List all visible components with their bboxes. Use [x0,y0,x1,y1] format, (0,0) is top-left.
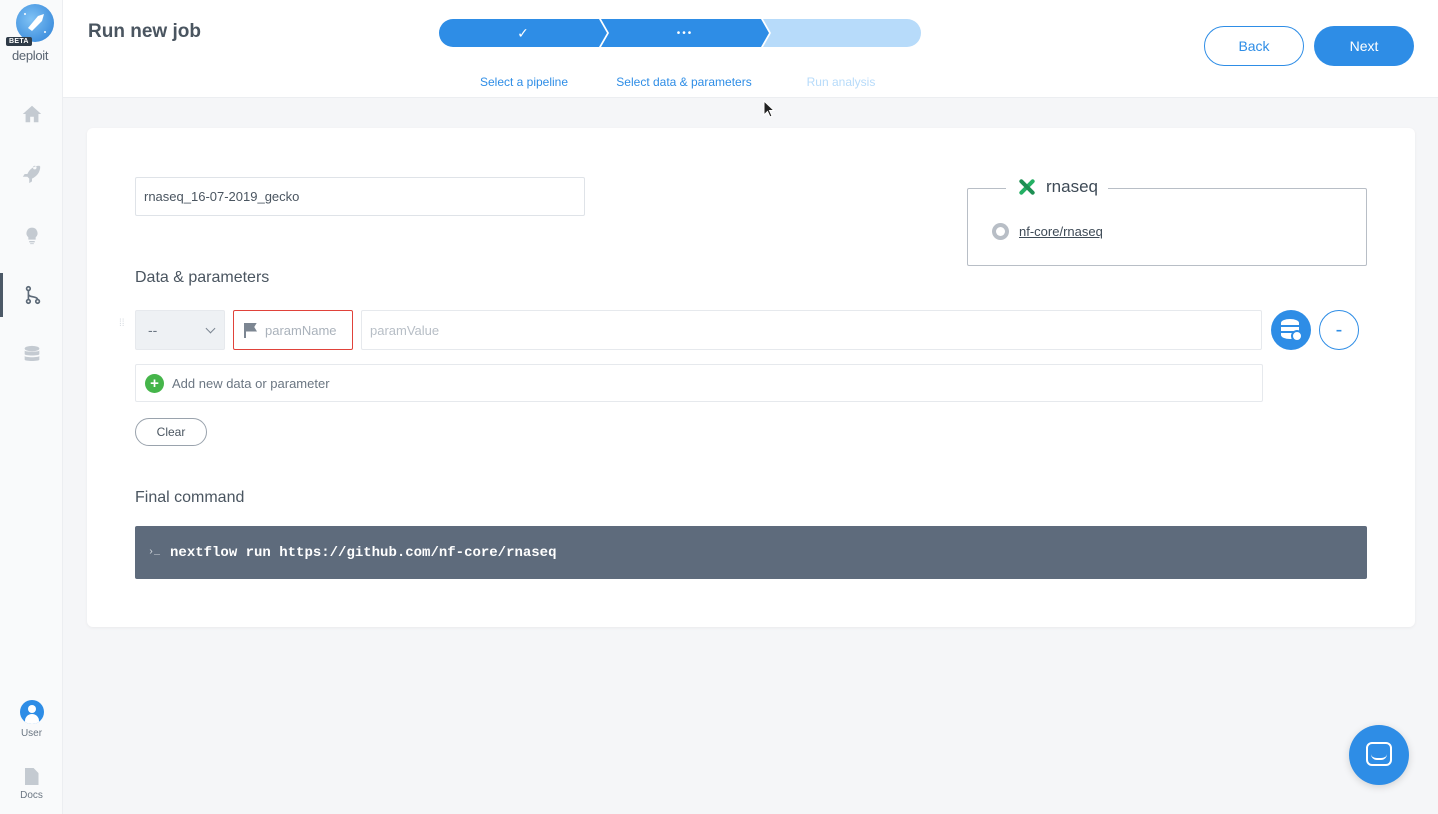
plus-icon [1291,330,1303,342]
in-progress-dots-icon: ••• [676,27,694,39]
step-label-select-pipeline[interactable]: Select a pipeline [469,75,579,89]
rocket-icon [22,165,40,184]
database-icon [24,345,39,361]
add-circle-icon: + [145,373,164,393]
final-command-text: nextflow run https://github.com/nf-core/… [170,544,557,561]
chevron-down-icon [205,323,216,334]
header: Run new job ✓ ••• Select a pipeline Sele… [63,0,1438,98]
command-section-title: Final command [135,489,245,506]
pipeline-branch-icon [25,285,41,305]
pipeline-name: rnaseq [1046,177,1098,196]
nav-home[interactable] [0,92,63,136]
nav-data[interactable] [0,333,63,377]
param-name-input[interactable]: paramName [233,310,353,350]
user-avatar-icon [19,700,44,724]
back-button[interactable]: Back [1204,26,1304,66]
user-menu[interactable]: User [0,700,63,739]
step-run-analysis [763,19,921,47]
repo-link-row: nf-core/rnaseq [992,223,1103,240]
lightbulb-icon [25,227,38,245]
nav-ideas[interactable] [0,213,63,257]
home-icon [22,105,41,123]
selected-pipeline-panel: rnaseq nf-core/rnaseq [967,177,1367,266]
final-command-box: ›_ nextflow run https://github.com/nf-co… [135,526,1367,579]
clear-button[interactable]: Clear [135,418,207,446]
sidebar: BETA deploit User Docs [0,0,63,814]
param-type-select[interactable]: -- [135,310,225,350]
deploit-logo[interactable]: BETA deploit [6,4,58,64]
step-select-pipeline[interactable]: ✓ [439,19,607,47]
page-title: Run new job [88,21,201,42]
brand-name: deploit [12,48,49,63]
chat-support-button[interactable] [1349,725,1409,785]
beta-badge: BETA [6,37,32,46]
add-dataset-button[interactable] [1271,310,1311,350]
next-button[interactable]: Next [1314,26,1414,66]
user-label: User [20,728,43,739]
add-param-button[interactable]: + Add new data or parameter [135,364,1263,402]
param-name-placeholder: paramName [265,322,337,338]
job-form-card: rnaseq_16-07-2019_gecko rnaseq nf-core/r… [87,128,1415,627]
nav-jobs[interactable] [0,152,63,196]
check-icon: ✓ [517,24,529,41]
pipeline-title: rnaseq [1006,177,1108,197]
job-name-input[interactable]: rnaseq_16-07-2019_gecko [135,177,585,216]
github-icon [992,223,1009,240]
param-value-input[interactable]: paramValue [361,310,1262,350]
repo-link[interactable]: nf-core/rnaseq [1019,224,1103,239]
param-value-placeholder: paramValue [370,322,440,338]
flag-icon [244,322,257,338]
nav-pipelines[interactable] [0,273,63,317]
step-label-run-analysis: Run analysis [806,75,876,89]
drag-handle-icon[interactable]: ⁞⁞ [119,319,127,337]
document-icon [24,768,39,785]
mouse-cursor-icon [763,100,775,118]
remove-param-button[interactable]: - [1319,310,1359,350]
terminal-prompt-icon: ›_ [148,547,161,558]
docs-label: Docs [20,790,43,801]
step-select-data[interactable]: ••• [601,19,769,47]
stepper: ✓ ••• Select a pipeline Select data & pa… [439,19,921,89]
param-type-value: -- [148,322,158,338]
step-label-select-data[interactable]: Select data & parameters [607,75,761,89]
nextflow-icon [1016,178,1038,196]
data-section-title: Data & parameters [135,269,270,286]
add-param-label: Add new data or parameter [172,375,330,391]
docs-link[interactable]: Docs [0,768,63,801]
